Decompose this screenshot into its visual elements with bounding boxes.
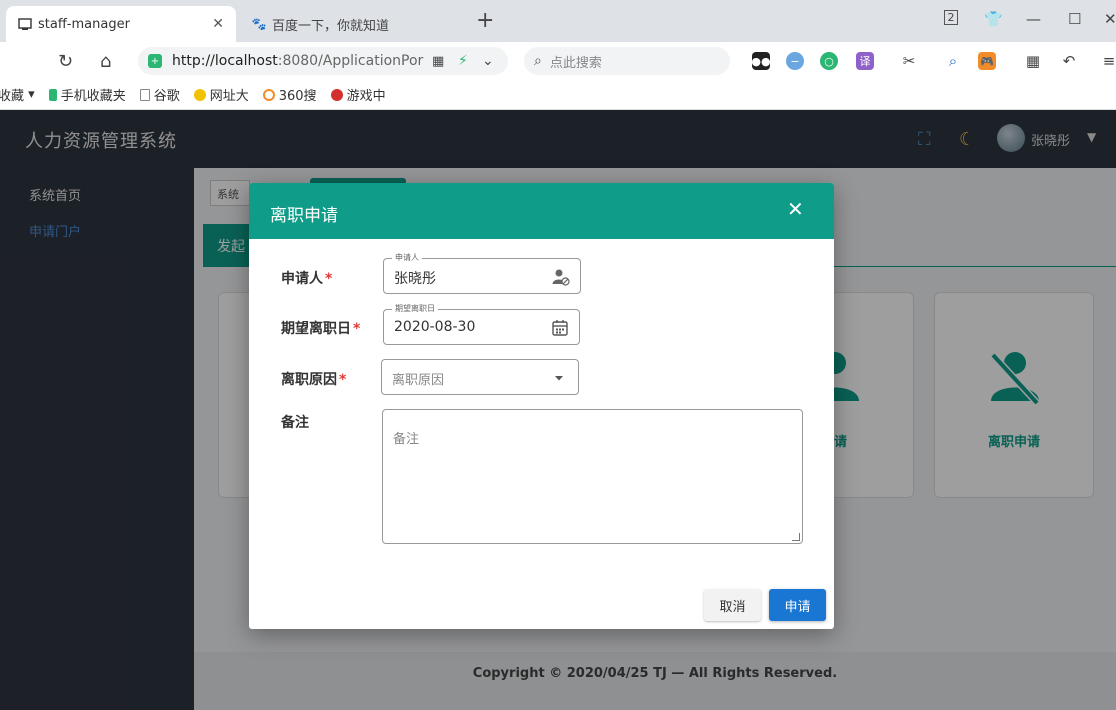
chevron-down-icon[interactable]: ⌄ (482, 53, 494, 69)
shirt-icon[interactable]: 👕 (984, 10, 1003, 28)
tab-count-label: 2 (947, 11, 955, 24)
lightning-icon[interactable]: ⚡ (458, 53, 468, 69)
extension-glasses-icon[interactable]: ●● (751, 52, 771, 70)
magnifier-icon[interactable]: ⌕ (944, 52, 962, 70)
url-rest: :8080/ApplicationPor (277, 53, 424, 69)
search-360-icon (262, 88, 275, 101)
browser-tab-bar: staff-manager ✕ 🐾 百度一下，你就知道 + 2 👕 — ☐ ✕ (0, 0, 1116, 42)
close-icon[interactable]: ✕ (787, 199, 804, 219)
submit-button[interactable]: 申请 (769, 589, 826, 621)
tab-staff-manager[interactable]: staff-manager ✕ (6, 6, 236, 42)
resignation-dialog: 离职申请 ✕ 申请人 * 申请人 张晓彤 期望离职日 * 期望离职日 2020-08… (249, 183, 834, 629)
bookmark-google[interactable]: 谷歌 (139, 85, 180, 104)
tab-baidu[interactable]: 🐾 百度一下，你就知道 (240, 6, 460, 42)
field-caption: 申请人 (392, 253, 422, 263)
field-caption: 期望离职日 (392, 304, 438, 314)
select-placeholder: 离职原因 (392, 373, 445, 388)
bookmark-360[interactable]: 360搜 (262, 85, 317, 104)
scissors-icon[interactable]: ✂ (900, 52, 918, 70)
home-icon[interactable]: ⌂ (100, 51, 111, 72)
resize-handle[interactable] (792, 533, 800, 541)
url-field[interactable]: + http://localhost :8080/ApplicationPor (138, 47, 508, 75)
search-placeholder: 点此搜索 (549, 55, 602, 71)
maximize-icon[interactable]: ☐ (1068, 10, 1081, 28)
minimize-icon[interactable]: — (1026, 10, 1041, 28)
bookmarks-bar: 收藏 ▾ 手机收藏夹 谷歌 网址大 360搜 游戏中 (0, 80, 1116, 110)
undo-icon[interactable]: ↶ (1060, 52, 1078, 70)
textarea-placeholder: 备注 (393, 432, 420, 447)
tab-title: 百度一下，你就知道 (272, 18, 390, 34)
extension-circle-icon[interactable]: − (786, 52, 804, 70)
bookmark-mobile[interactable]: 手机收藏夹 (48, 85, 126, 104)
phone-icon (48, 88, 57, 101)
url-host: http://localhost (172, 53, 278, 69)
games-icon (330, 88, 343, 101)
calendar-icon[interactable] (551, 319, 569, 337)
reason-select[interactable]: 离职原因 (381, 359, 579, 395)
search-input[interactable]: ⌕ 点此搜索 (524, 47, 730, 75)
baidu-paw-icon: 🐾 (251, 17, 267, 31)
page-icon (139, 88, 150, 101)
required-mark: * (325, 271, 333, 287)
tab-count-badge[interactable]: 2 (944, 10, 958, 25)
reason-label: 离职原因 * (281, 372, 347, 388)
security-shield-icon: + (148, 54, 162, 68)
reload-icon[interactable]: ↻ (58, 51, 73, 72)
search-icon: ⌕ (534, 53, 542, 69)
remark-textarea[interactable]: 备注 (382, 409, 803, 544)
new-tab-button[interactable]: + (476, 10, 494, 32)
bookmark-sites[interactable]: 网址大 (193, 85, 249, 104)
dialog-title: 离职申请 (270, 206, 338, 226)
caret-down-icon (555, 376, 563, 381)
translate-icon[interactable]: 译 (856, 52, 874, 70)
apps-grid-icon[interactable]: ▦ (1024, 52, 1042, 70)
gamepad-icon[interactable]: 🎮 (978, 52, 996, 70)
menu-icon[interactable]: ≡ (1100, 52, 1116, 70)
applicant-label: 申请人 * (281, 271, 333, 287)
bookmark-favorites[interactable]: 收藏 ▾ (0, 85, 35, 104)
qr-icon[interactable]: ▦ (432, 54, 444, 69)
expected-date-label: 期望离职日 * (281, 321, 361, 337)
expected-date-field[interactable]: 期望离职日 2020-08-30 (383, 304, 580, 345)
app-favicon-icon (18, 17, 32, 31)
close-window-icon[interactable]: ✕ (1104, 10, 1116, 28)
tab-title: staff-manager (38, 16, 130, 32)
field-value: 2020-08-30 (394, 319, 476, 335)
address-bar-row: ↻ ⌂ + http://localhost :8080/Application… (0, 42, 1116, 80)
applicant-field[interactable]: 申请人 张晓彤 (383, 253, 581, 294)
field-value: 张晓彤 (394, 271, 436, 287)
close-tab-icon[interactable]: ✕ (212, 16, 224, 32)
person-lock-icon (552, 269, 570, 286)
required-mark: * (353, 321, 361, 337)
remark-label: 备注 (281, 415, 309, 431)
bookmark-games[interactable]: 游戏中 (330, 85, 386, 104)
cancel-button[interactable]: 取消 (704, 589, 761, 621)
extension-chat-icon[interactable]: ○ (820, 52, 838, 70)
required-mark: * (339, 372, 347, 388)
sites-icon (193, 88, 206, 101)
dialog-header: 离职申请 ✕ (249, 183, 834, 239)
